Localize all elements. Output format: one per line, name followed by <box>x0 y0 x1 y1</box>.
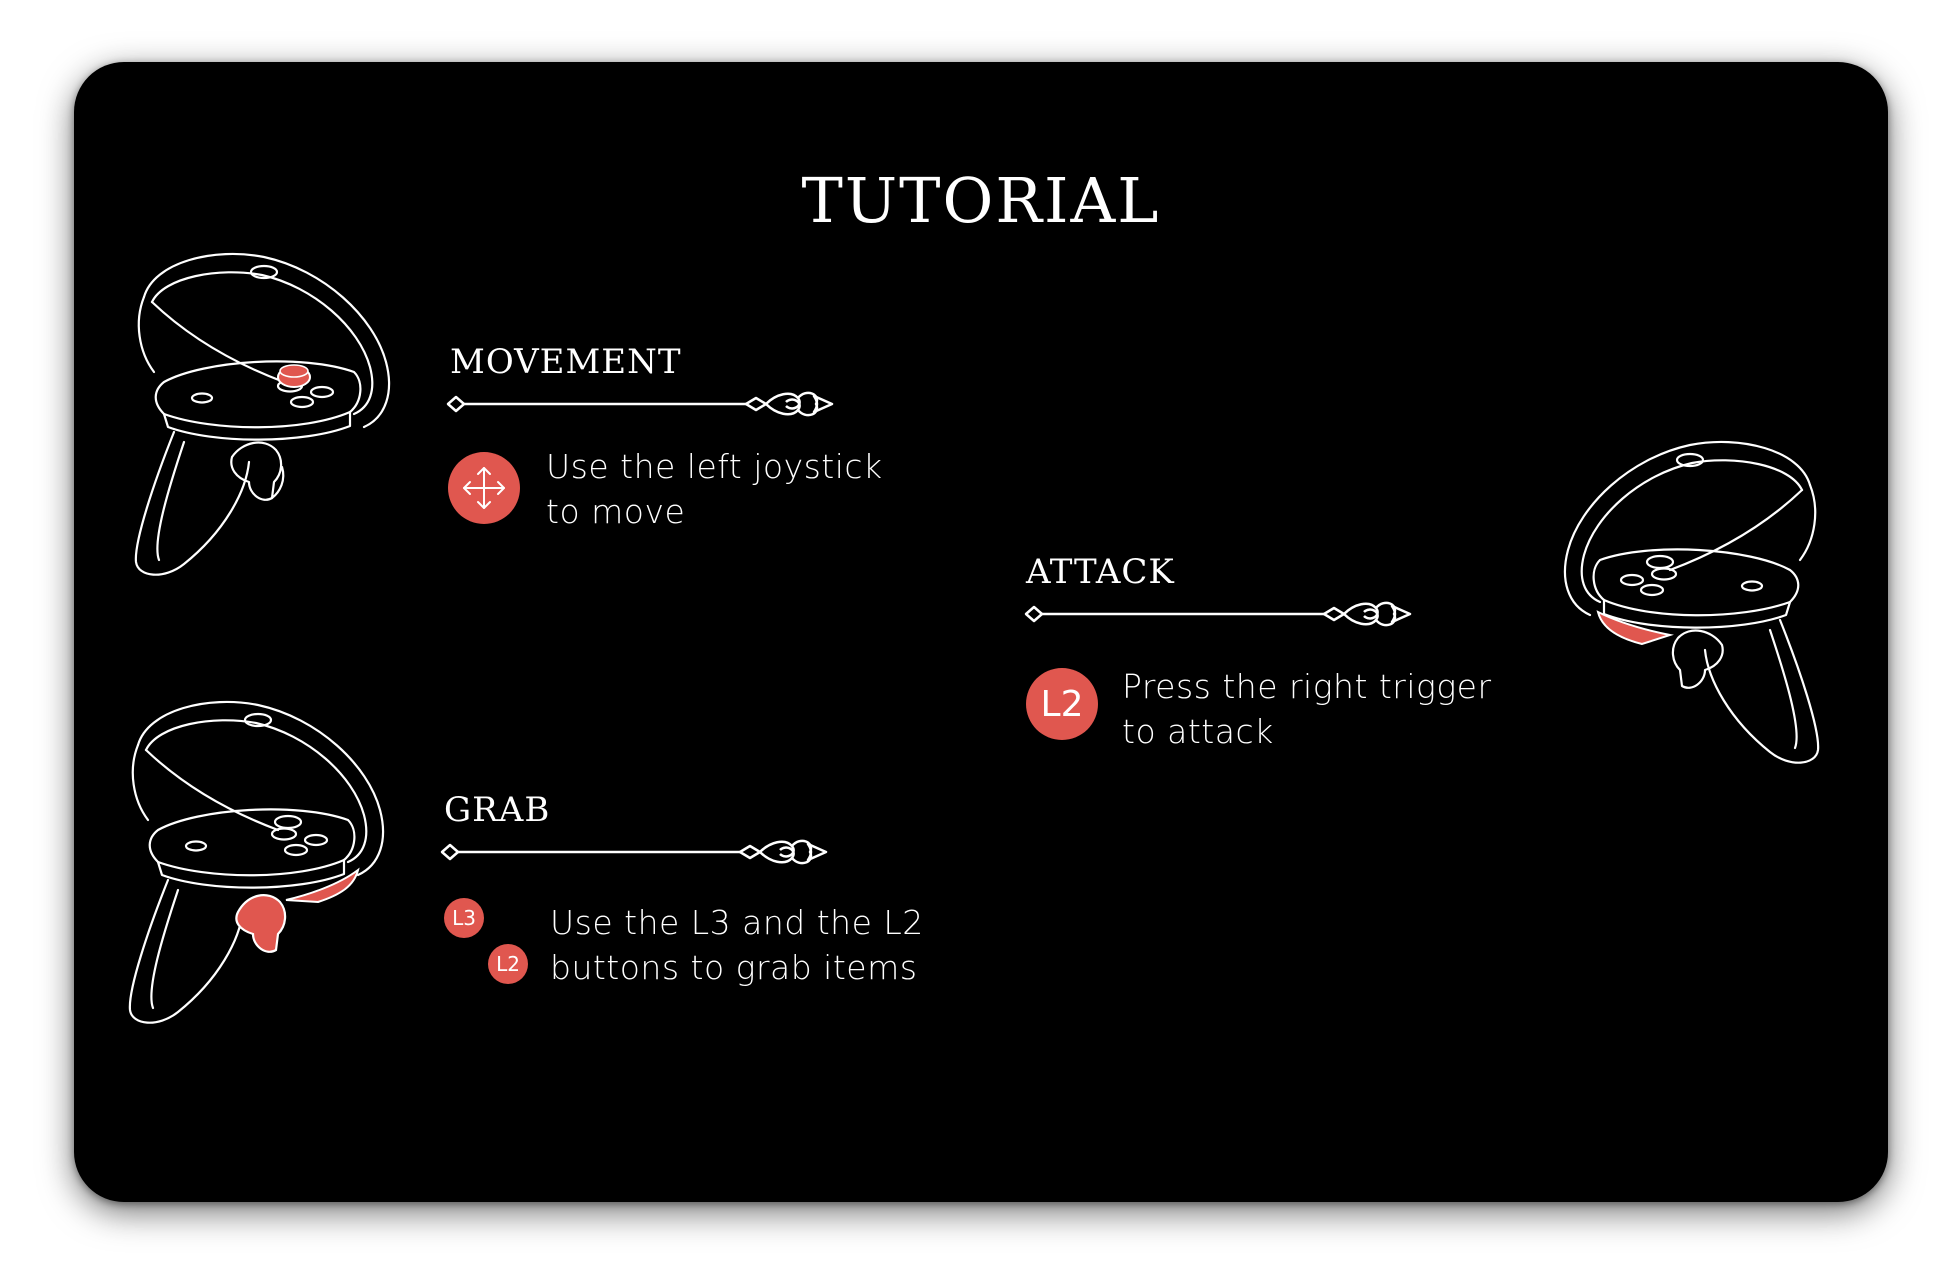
movement-divider <box>446 391 834 417</box>
attack-divider <box>1024 601 1412 627</box>
movement-heading: MOVEMENT <box>450 342 682 382</box>
l2-trigger-badge: L2 <box>1026 668 1098 740</box>
l3-badge: L3 <box>444 898 484 938</box>
movement-line-1: Use the left joystick <box>546 447 883 486</box>
l2-badge: L2 <box>488 944 528 984</box>
right-controller-trigger-highlight <box>1563 440 1820 764</box>
attack-line-1: Press the right trigger <box>1122 667 1492 706</box>
movement-line-2: to move <box>546 492 686 531</box>
page-title: TUTORIAL <box>801 164 1161 237</box>
left-controller-joystick-highlight <box>134 252 391 576</box>
tutorial-card: TUTORIAL MOVEMENT Use the left joystick … <box>74 62 1888 1202</box>
grab-divider <box>440 839 828 865</box>
grab-line-2: buttons to grab items <box>550 948 918 987</box>
movement-description: Use the left joystick to move <box>546 444 883 534</box>
attack-description: Press the right trigger to attack <box>1122 664 1492 754</box>
grab-heading: GRAB <box>444 790 551 830</box>
left-controller-grab-highlight <box>128 700 385 1024</box>
attack-heading: ATTACK <box>1026 552 1175 592</box>
grab-line-1: Use the L3 and the L2 <box>550 903 924 942</box>
move-arrows-icon <box>448 452 520 524</box>
grab-description: Use the L3 and the L2 buttons to grab it… <box>550 900 924 990</box>
attack-line-2: to attack <box>1122 712 1274 751</box>
